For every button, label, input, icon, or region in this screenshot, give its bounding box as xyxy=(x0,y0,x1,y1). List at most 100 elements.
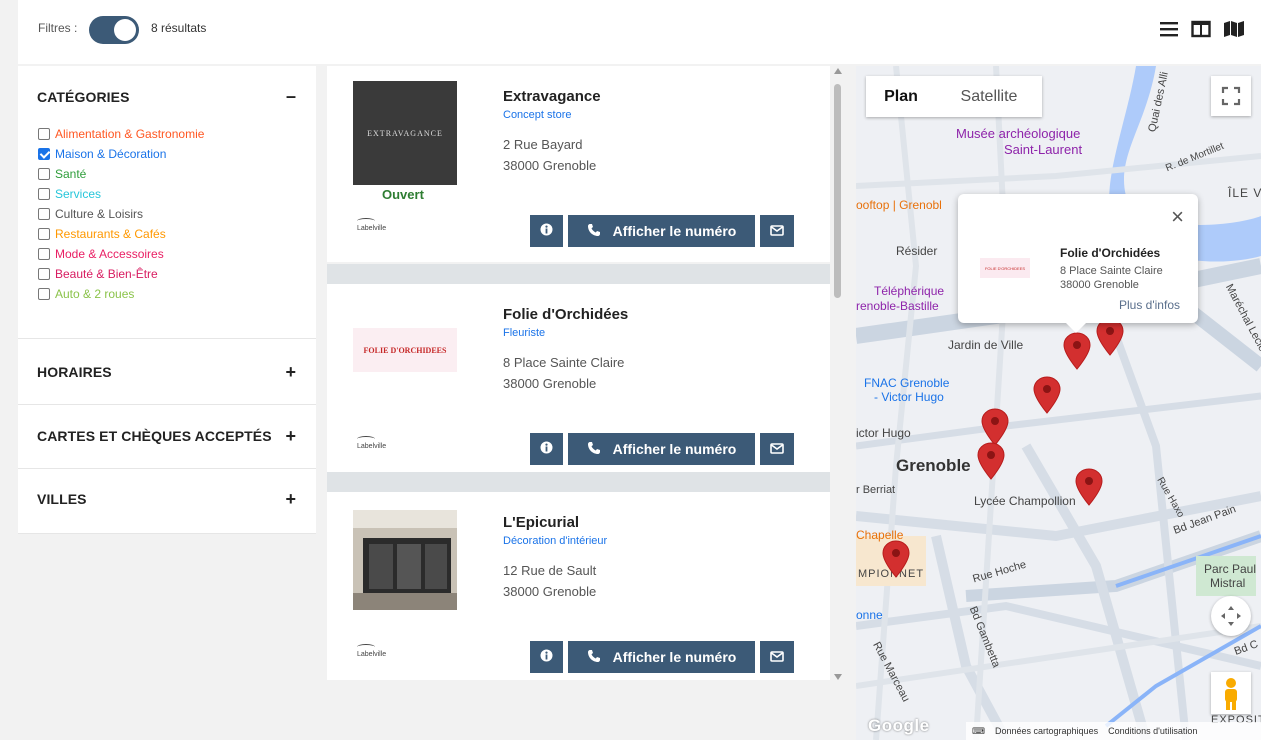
envelope-icon xyxy=(770,650,784,665)
listing-thumbnail[interactable]: FOLIE D'ORCHIDEES xyxy=(353,328,457,372)
view-switcher xyxy=(1159,20,1244,38)
info-button[interactable] xyxy=(530,641,563,673)
category-label: Alimentation & Gastronomie xyxy=(55,127,205,141)
listing-city: 38000 Grenoble xyxy=(503,584,597,599)
terms-link[interactable]: Conditions d'utilisation xyxy=(1108,726,1197,736)
category-filter[interactable]: Maison & Décoration xyxy=(38,144,204,164)
map-panel[interactable]: Musée archéologique Saint-Laurent Quai d… xyxy=(856,66,1261,740)
listing-address: 12 Rue de Sault xyxy=(503,563,597,578)
category-filter[interactable]: Restaurants & Cafés xyxy=(38,224,204,244)
results-count: 8 résultats xyxy=(151,21,207,35)
map-pin-icon[interactable] xyxy=(977,442,1005,480)
toggle-knob xyxy=(114,19,136,41)
email-button[interactable] xyxy=(760,641,794,673)
category-filter[interactable]: Mode & Accessoires xyxy=(38,244,204,264)
pegman-icon xyxy=(1225,678,1237,710)
map-pin-icon[interactable] xyxy=(1033,376,1061,414)
map-pin-icon[interactable] xyxy=(1096,318,1124,356)
category-filter[interactable]: Services xyxy=(38,184,204,204)
filters-toggle[interactable] xyxy=(89,16,139,44)
close-icon[interactable]: × xyxy=(1171,204,1184,230)
map-pin-icon[interactable] xyxy=(981,408,1009,446)
fullscreen-button[interactable] xyxy=(1211,76,1251,116)
google-logo[interactable]: Google xyxy=(868,716,930,736)
listing-category: Décoration d'intérieur xyxy=(503,535,608,547)
phone-icon xyxy=(587,223,601,240)
fullscreen-icon xyxy=(1221,86,1241,106)
map-label: FNAC Grenoble xyxy=(864,376,950,390)
email-button[interactable] xyxy=(760,215,794,247)
checkbox[interactable] xyxy=(38,148,50,160)
filters-label: Filtres : xyxy=(38,21,78,35)
checkbox[interactable] xyxy=(38,208,50,220)
category-filter[interactable]: Santé xyxy=(38,164,204,184)
scroll-up-icon[interactable] xyxy=(834,68,842,74)
show-phone-button[interactable]: Afficher le numéro xyxy=(568,641,755,673)
checkbox[interactable] xyxy=(38,248,50,260)
listing-card: EXTRAVAGANCE Ouvert Extravagance Concept… xyxy=(327,66,830,262)
split-view-icon[interactable] xyxy=(1191,20,1211,38)
expand-icon[interactable]: + xyxy=(285,426,296,447)
show-phone-button[interactable]: Afficher le numéro xyxy=(568,215,755,247)
category-list: Alimentation & Gastronomie Maison & Décor… xyxy=(38,124,204,304)
scroll-down-icon[interactable] xyxy=(834,674,842,680)
expand-icon[interactable]: + xyxy=(285,362,296,383)
cartes-title[interactable]: CARTES ET CHÈQUES ACCEPTÉS xyxy=(37,428,272,444)
map-pan-control[interactable] xyxy=(1211,596,1251,636)
checkbox[interactable] xyxy=(38,288,50,300)
street-view-button[interactable] xyxy=(1211,672,1251,714)
checkbox[interactable] xyxy=(38,268,50,280)
map-view-icon[interactable] xyxy=(1223,20,1244,38)
popup-address: 8 Place Sainte Claire xyxy=(1060,265,1163,277)
tab-satellite[interactable]: Satellite xyxy=(936,76,1042,117)
checkbox[interactable] xyxy=(38,168,50,180)
villes-title[interactable]: VILLES xyxy=(37,491,87,507)
tab-plan[interactable]: Plan xyxy=(866,76,936,117)
popup-more-link[interactable]: Plus d'infos xyxy=(1119,298,1180,312)
map-info-popup: × FOLIE D'ORCHIDEES Folie d'Orchidées 8 … xyxy=(958,194,1198,333)
labelville-logo: Labelville xyxy=(357,644,386,658)
map-pin-icon[interactable] xyxy=(1075,468,1103,506)
scrollbar-thumb[interactable] xyxy=(834,84,841,298)
list-view-icon[interactable] xyxy=(1159,20,1179,38)
map-pin-icon[interactable] xyxy=(1063,332,1091,370)
map-label: Lycée Champollion xyxy=(974,494,1076,508)
horaires-section: HORAIRES + xyxy=(18,339,316,405)
checkbox[interactable] xyxy=(38,188,50,200)
map-label: renoble-Bastille xyxy=(856,299,939,313)
show-phone-label: Afficher le numéro xyxy=(612,223,737,239)
category-filter[interactable]: Alimentation & Gastronomie xyxy=(38,124,204,144)
list-scrollbar[interactable] xyxy=(831,66,845,686)
categories-title[interactable]: CATÉGORIES xyxy=(37,89,130,105)
checkbox[interactable] xyxy=(38,228,50,240)
checkbox[interactable] xyxy=(38,128,50,140)
listing-category: Fleuriste xyxy=(503,327,546,339)
horaires-title[interactable]: HORAIRES xyxy=(37,364,112,380)
keyboard-icon[interactable]: ⌨ xyxy=(972,726,985,737)
envelope-icon xyxy=(770,224,784,239)
listing-thumbnail[interactable]: EXTRAVAGANCE xyxy=(353,81,457,185)
listing-name[interactable]: Extravagance xyxy=(503,88,601,105)
card-separator xyxy=(327,472,830,492)
category-label: Services xyxy=(55,187,102,201)
map-label: ictor Hugo xyxy=(856,426,911,440)
listing-thumbnail[interactable] xyxy=(353,510,457,610)
category-filter[interactable]: Auto & 2 roues xyxy=(38,284,204,304)
map-pin-icon[interactable] xyxy=(882,540,910,578)
collapse-icon[interactable]: – xyxy=(286,86,296,107)
map-data-link[interactable]: Données cartographiques xyxy=(995,726,1098,736)
category-filter[interactable]: Culture & Loisirs xyxy=(38,204,204,224)
cartes-section: CARTES ET CHÈQUES ACCEPTÉS + xyxy=(18,405,316,469)
email-button[interactable] xyxy=(760,433,794,465)
info-icon xyxy=(540,649,553,665)
category-label: Maison & Décoration xyxy=(55,147,167,161)
listing-name[interactable]: L'Epicurial xyxy=(503,514,579,531)
info-button[interactable] xyxy=(530,433,563,465)
show-phone-button[interactable]: Afficher le numéro xyxy=(568,433,755,465)
category-filter[interactable]: Beauté & Bien-Être xyxy=(38,264,204,284)
expand-icon[interactable]: + xyxy=(285,489,296,510)
listing-card: FOLIE D'ORCHIDEES Folie d'Orchidées Fleu… xyxy=(327,284,830,480)
info-button[interactable] xyxy=(530,215,563,247)
listing-name[interactable]: Folie d'Orchidées xyxy=(503,306,628,323)
open-status: Ouvert xyxy=(382,187,424,202)
